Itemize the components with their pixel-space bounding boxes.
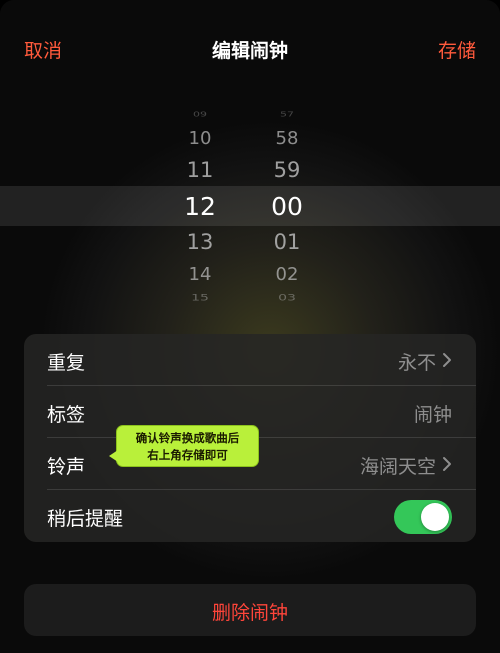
repeat-row[interactable]: 重复 永不 [24,334,476,386]
minute-option[interactable]: 01 [247,230,327,254]
snooze-label: 稍后提醒 [47,508,124,530]
tag-label: 标签 [47,404,86,426]
minute-selected[interactable]: 00 [247,192,327,221]
ringtone-label: 铃声 [47,456,86,478]
save-button[interactable]: 存储 [438,36,476,63]
delete-alarm-button[interactable]: 删除闹钟 [24,584,476,636]
delete-alarm-label: 删除闹钟 [211,602,288,624]
hour-selected[interactable]: 12 [160,192,240,221]
minute-option[interactable]: 59 [247,158,327,182]
minute-option[interactable]: 58 [247,128,327,149]
hour-option[interactable]: 09 [160,111,240,119]
hour-option[interactable]: 11 [160,158,240,182]
repeat-label: 重复 [47,352,86,374]
chevron-right-icon [443,353,451,367]
chevron-right-icon [443,457,451,471]
minute-option[interactable]: 02 [247,264,327,285]
page-title: 编辑闹钟 [211,40,288,62]
annotation-line-2: 右上角存储即可 [147,448,228,462]
ringtone-value: 海阔天空 [359,456,436,478]
hour-option[interactable]: 14 [160,264,240,285]
annotation-line-1: 确认铃声换成歌曲后 [135,431,240,445]
edit-alarm-sheet: 取消 编辑闹钟 存储 09 10 11 12 13 14 15 57 58 59 00 01 02 03… [0,0,500,653]
nav-header: 取消 编辑闹钟 存储 [0,0,500,96]
toggle-knob [421,503,449,531]
bubble-tail [109,450,118,462]
repeat-value: 永不 [397,352,436,374]
hour-option[interactable]: 10 [160,128,240,149]
tag-input[interactable]: 闹钟 [414,400,452,427]
minute-option[interactable]: 03 [247,293,327,303]
time-picker[interactable]: 09 10 11 12 13 14 15 57 58 59 00 01 02 03 [0,104,500,314]
minute-option[interactable]: 57 [247,111,327,119]
hour-option[interactable]: 13 [160,230,240,254]
snooze-row: 稍后提醒 [24,490,476,542]
snooze-toggle[interactable] [394,500,452,534]
hour-option[interactable]: 15 [160,293,240,303]
annotation-bubble: 确认铃声换成歌曲后 右上角存储即可 [109,425,259,467]
